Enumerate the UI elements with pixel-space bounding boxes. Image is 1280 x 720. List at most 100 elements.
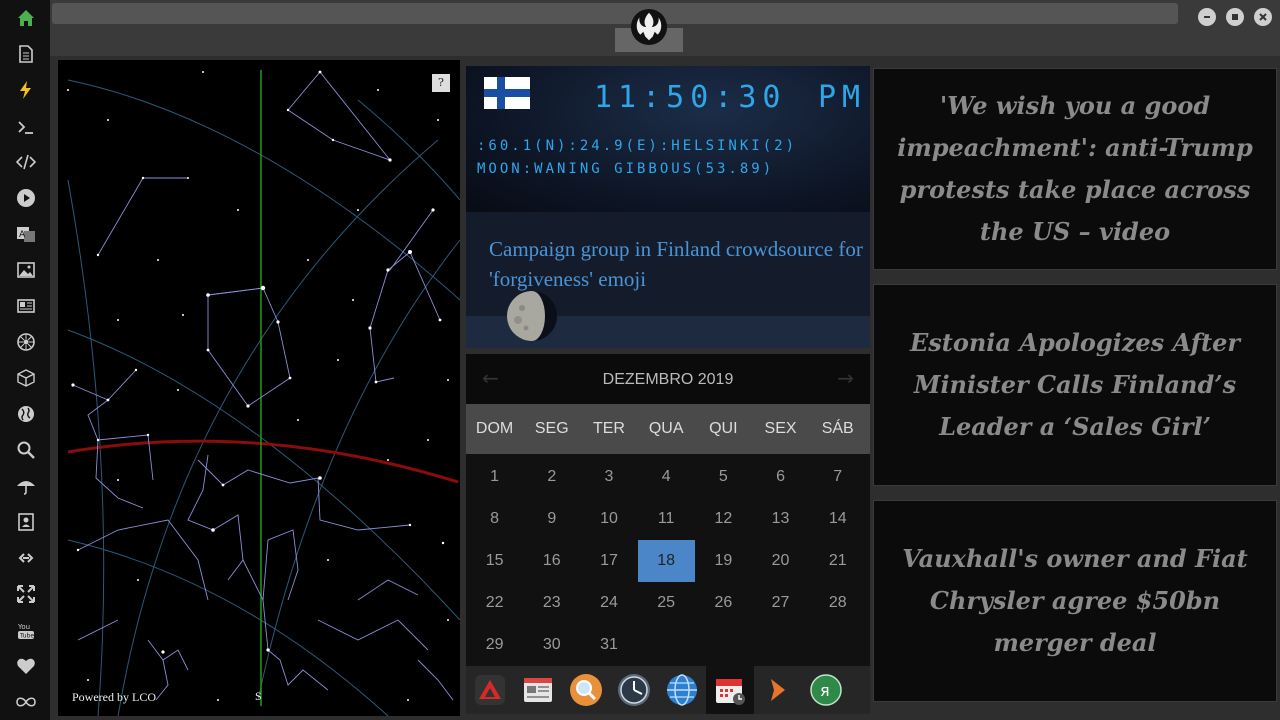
terminal-icon[interactable] — [14, 115, 38, 139]
calendar-day[interactable]: 17 — [580, 540, 637, 582]
calendar-day — [809, 624, 866, 666]
red-triangle-app-icon[interactable] — [466, 666, 514, 714]
yandex-icon[interactable]: я — [802, 666, 850, 714]
calendar-day[interactable]: 30 — [523, 624, 580, 666]
help-button[interactable]: ? — [432, 74, 450, 92]
star-map[interactable]: ? Powered by LCO S — [58, 60, 460, 716]
calendar-day[interactable]: 11 — [638, 498, 695, 540]
calendar-day[interactable]: 1 — [466, 456, 523, 498]
minimize-button[interactable] — [1198, 8, 1216, 26]
calendar-day[interactable]: 12 — [695, 498, 752, 540]
finland-flag-icon — [484, 77, 530, 109]
calendar-day[interactable]: 3 — [580, 456, 637, 498]
app-dock: я — [466, 666, 870, 714]
calendar-day-today[interactable]: 18 — [637, 540, 695, 582]
left-sidebar: A You Tube — [0, 0, 50, 720]
calendar-day[interactable]: 28 — [809, 582, 866, 624]
calendar-day[interactable]: 14 — [809, 498, 866, 540]
calendar-day[interactable]: 15 — [466, 540, 523, 582]
calendar-day[interactable]: 20 — [752, 540, 809, 582]
moon-phase-readout: MOON:WANING GIBBOUS(53.89) — [477, 161, 775, 177]
calendar-week-row: 22 23 24 25 26 27 28 — [466, 582, 870, 624]
calendar-day[interactable]: 5 — [695, 456, 752, 498]
calendar-month-title: DEZEMBRO 2019 — [602, 371, 734, 388]
forward-arrow-icon[interactable] — [754, 666, 802, 714]
image-icon[interactable] — [14, 258, 38, 282]
headline-card[interactable]: Vauxhall's owner and Fiat Chrysler agree… — [873, 500, 1277, 702]
calendar-day[interactable]: 19 — [695, 540, 752, 582]
translate-icon[interactable]: A — [14, 222, 38, 246]
calendar-app-icon[interactable] — [706, 666, 754, 714]
svg-text:You: You — [17, 623, 30, 631]
lightning-icon[interactable] — [14, 78, 38, 102]
expand-icon[interactable] — [14, 582, 38, 606]
play-icon[interactable] — [14, 186, 38, 210]
calendar-day[interactable]: 27 — [752, 582, 809, 624]
link-icon[interactable] — [14, 546, 38, 570]
next-month-button[interactable]: → — [837, 366, 854, 390]
location-readout: :60.1(N):24.9(E):HELSINKI(2) — [477, 138, 798, 154]
calendar-day[interactable]: 26 — [695, 582, 752, 624]
headline-card[interactable]: 'We wish you a good impeachment': anti-T… — [873, 68, 1277, 270]
calendar-grid: 1 2 3 4 5 6 7 8 9 10 11 12 13 14 15 16 17 18 19 20 21 22 23 24 2… — [466, 456, 870, 666]
globe-app-icon[interactable] — [658, 666, 706, 714]
clock-app-icon[interactable] — [610, 666, 658, 714]
calendar-day[interactable]: 9 — [523, 498, 580, 540]
home-icon[interactable] — [14, 6, 38, 30]
calendar-day[interactable]: 6 — [752, 456, 809, 498]
calendar-week-row: 15 16 17 18 19 20 21 — [466, 540, 870, 582]
calendar-week-row: 1234567 — [466, 456, 870, 498]
calendar-day[interactable]: 24 — [580, 582, 637, 624]
moon-icon — [507, 291, 557, 341]
headline-card[interactable]: Estonia Apologizes After Minister Calls … — [873, 284, 1277, 486]
headline-text[interactable]: Vauxhall's owner and Fiat Chrysler agree… — [882, 538, 1268, 664]
calendar-day[interactable]: 4 — [638, 456, 695, 498]
globe-icon[interactable] — [14, 402, 38, 426]
calendar-day[interactable]: 7 — [809, 456, 866, 498]
news-headline[interactable]: Campaign group in Finland crowdsource fo… — [489, 234, 870, 294]
address-bar[interactable] — [52, 3, 1178, 24]
calendar-day[interactable]: 31 — [580, 624, 637, 666]
calendar-day — [638, 624, 695, 666]
calendar-day[interactable]: 16 — [523, 540, 580, 582]
headline-text[interactable]: 'We wish you a good impeachment': anti-T… — [882, 85, 1268, 253]
weekday-label: SEX — [764, 420, 797, 437]
weekday-label: SEG — [534, 420, 569, 437]
settings-wheel-icon[interactable] — [14, 330, 38, 354]
star-map-canvas — [67, 70, 460, 716]
clock-panel: 11:50:30 PM :60.1(N):24.9(E):HELSINKI(2)… — [466, 66, 870, 214]
calendar-day[interactable]: 23 — [523, 582, 580, 624]
calendar-header: ← DEZEMBRO 2019 → — [466, 354, 870, 404]
close-button[interactable] — [1254, 8, 1272, 26]
youtube-icon[interactable]: You Tube — [14, 618, 38, 642]
contacts-icon[interactable] — [14, 510, 38, 534]
heart-icon[interactable] — [14, 654, 38, 678]
calendar-week-row: 8 9 10 11 12 13 14 — [466, 498, 870, 540]
headline-text[interactable]: Estonia Apologizes After Minister Calls … — [882, 322, 1268, 448]
cube-icon[interactable] — [14, 366, 38, 390]
document-icon[interactable] — [14, 42, 38, 66]
news-icon[interactable] — [14, 294, 38, 318]
svg-text:я: я — [820, 681, 830, 700]
maximize-button[interactable] — [1226, 8, 1244, 26]
news-reader-icon[interactable] — [514, 666, 562, 714]
calendar-day[interactable]: 13 — [752, 498, 809, 540]
code-icon[interactable] — [14, 150, 38, 174]
calendar-day[interactable]: 29 — [466, 624, 523, 666]
calendar-day[interactable]: 10 — [580, 498, 637, 540]
search-icon[interactable] — [14, 438, 38, 462]
calendar-day[interactable]: 2 — [523, 456, 580, 498]
calendar-day[interactable]: 22 — [466, 582, 523, 624]
weekday-label: QUI — [709, 420, 738, 437]
weekday-label: SÁB — [821, 420, 854, 437]
calendar-day[interactable]: 8 — [466, 498, 523, 540]
calendar-day[interactable]: 25 — [638, 582, 695, 624]
news-panel[interactable]: Campaign group in Finland crowdsource fo… — [466, 212, 870, 348]
weekday-label: DOM — [475, 420, 514, 437]
umbrella-icon[interactable] — [14, 474, 38, 498]
clock-time: 11:50:30 — [594, 80, 787, 115]
search-app-icon[interactable] — [562, 666, 610, 714]
powered-by-label: Powered by LCO — [72, 690, 156, 704]
calendar-day[interactable]: 21 — [809, 540, 866, 582]
infinity-icon[interactable] — [14, 690, 38, 714]
